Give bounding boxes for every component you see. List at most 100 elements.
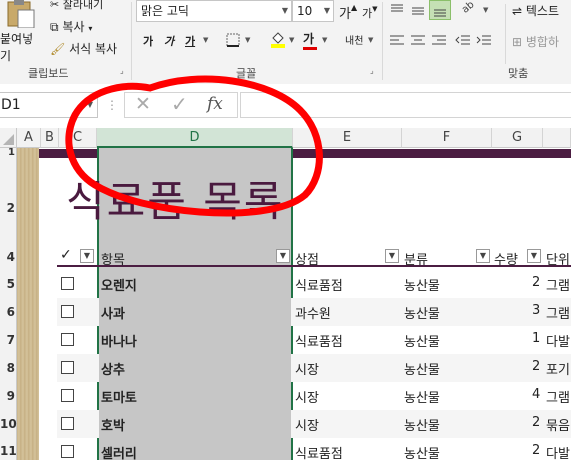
item-cell[interactable]: 셀러리 xyxy=(101,443,137,462)
item-cell[interactable]: 호박 xyxy=(101,415,125,434)
underline-button[interactable]: 가 xyxy=(185,33,195,49)
filter-dropdown-icon[interactable]: ▼ xyxy=(276,249,290,263)
unit-cell[interactable]: 그램 xyxy=(546,387,570,406)
insert-function-icon[interactable]: fx xyxy=(207,94,223,114)
row-header-8[interactable]: 8 xyxy=(0,354,17,382)
row-checkbox[interactable] xyxy=(61,361,74,374)
chevron-down-icon[interactable]: ▼ xyxy=(289,36,294,44)
chevron-down-icon[interactable]: ▼ xyxy=(87,93,93,117)
row-header-9[interactable]: 9 xyxy=(0,382,17,410)
wrap-text-button[interactable]: ⇌ 텍스트 xyxy=(512,2,559,19)
name-box[interactable]: D1 ▼ xyxy=(0,92,98,118)
italic-button[interactable]: 가 xyxy=(164,33,174,49)
font-name-box[interactable]: 맑은 고딕 ▼ xyxy=(136,0,292,22)
unit-cell[interactable]: 묶음 xyxy=(546,415,570,434)
store-cell[interactable]: 시장 xyxy=(295,387,319,406)
unit-cell[interactable]: 그램 xyxy=(546,303,570,322)
unit-cell[interactable]: 그램 xyxy=(546,275,570,294)
align-top-button[interactable] xyxy=(389,2,405,21)
column-header-e[interactable]: E xyxy=(293,128,402,148)
align-middle-button[interactable] xyxy=(410,2,426,21)
filter-dropdown-icon[interactable]: ▼ xyxy=(385,249,399,263)
row-header-10[interactable]: 10 xyxy=(0,410,17,438)
store-cell[interactable]: 식료품점 xyxy=(295,443,343,462)
row-checkbox[interactable] xyxy=(61,417,74,430)
qty-cell[interactable]: 2 xyxy=(532,359,540,374)
column-header-a[interactable]: A xyxy=(17,128,41,148)
store-cell[interactable]: 시장 xyxy=(295,415,319,434)
item-cell[interactable]: 오렌지 xyxy=(101,275,137,294)
row-checkbox[interactable] xyxy=(61,333,74,346)
dialog-launcher-icon[interactable]: ⌟ xyxy=(120,66,124,75)
filter-dropdown-icon[interactable]: ▼ xyxy=(476,249,490,263)
store-cell[interactable]: 과수원 xyxy=(295,303,331,322)
unit-cell[interactable]: 포기 xyxy=(546,359,570,378)
column-header-f[interactable]: F xyxy=(402,128,492,148)
orientation-button[interactable]: ab xyxy=(460,0,477,16)
increase-indent-button[interactable] xyxy=(476,33,492,52)
qty-cell[interactable]: 3 xyxy=(532,303,540,318)
column-header-b[interactable]: B xyxy=(41,128,59,148)
qty-cell[interactable]: 4 xyxy=(532,387,540,402)
chevron-down-icon[interactable]: ▼ xyxy=(282,1,288,21)
align-center-button[interactable] xyxy=(410,33,426,52)
bold-button[interactable]: 가 xyxy=(143,33,153,49)
row-header-3[interactable]: 3 xyxy=(0,231,17,242)
column-header-d[interactable]: D xyxy=(97,128,293,148)
chevron-down-icon[interactable]: ▼ xyxy=(324,1,330,21)
row-checkbox[interactable] xyxy=(61,389,74,402)
row-header-1[interactable]: 1 xyxy=(0,148,17,159)
dialog-launcher-icon[interactable]: ⌟ xyxy=(370,66,374,75)
borders-button[interactable] xyxy=(226,32,240,51)
category-cell[interactable]: 농산물 xyxy=(404,331,440,350)
item-cell[interactable]: 사과 xyxy=(101,303,125,322)
row-header-4[interactable]: 4 xyxy=(0,242,17,270)
column-header-c[interactable]: C xyxy=(59,128,97,148)
qty-cell[interactable]: 2 xyxy=(532,415,540,430)
paste-button[interactable]: 붙여넣기 xyxy=(0,0,44,63)
row-header-11[interactable]: 11 xyxy=(0,438,17,460)
qty-cell[interactable]: 2 xyxy=(532,443,540,458)
align-right-button[interactable] xyxy=(431,33,447,52)
category-cell[interactable]: 농산물 xyxy=(404,415,440,434)
category-cell[interactable]: 농산물 xyxy=(404,387,440,406)
unit-cell[interactable]: 다발 xyxy=(546,331,570,350)
row-checkbox[interactable] xyxy=(61,277,74,290)
chevron-down-icon[interactable]: ▼ xyxy=(483,6,488,14)
copy-button[interactable]: ⧉ 복사 ▾ xyxy=(50,18,125,34)
column-header-g[interactable]: G xyxy=(492,128,543,148)
category-cell[interactable]: 농산물 xyxy=(404,443,440,462)
font-size-box[interactable]: 10 ▼ xyxy=(292,0,334,22)
store-cell[interactable]: 시장 xyxy=(295,359,319,378)
row-header-6[interactable]: 6 xyxy=(0,298,17,326)
align-left-button[interactable] xyxy=(389,33,405,52)
cancel-icon[interactable]: ✕ xyxy=(135,93,151,115)
row-checkbox[interactable] xyxy=(61,305,74,318)
qty-cell[interactable]: 1 xyxy=(532,331,540,346)
chevron-down-icon[interactable]: ▼ xyxy=(203,36,208,44)
category-cell[interactable]: 농산물 xyxy=(404,275,440,294)
format-painter-button[interactable]: 🖌 서식 복사 xyxy=(50,40,130,56)
phonetic-button[interactable]: 내천 xyxy=(345,32,363,47)
category-cell[interactable]: 농산물 xyxy=(404,359,440,378)
column-header-h[interactable]: H xyxy=(543,128,571,148)
store-cell[interactable]: 식료품점 xyxy=(295,275,343,294)
chevron-down-icon[interactable]: ▼ xyxy=(368,36,373,44)
item-cell[interactable]: 바나나 xyxy=(101,331,137,350)
grow-font-button[interactable]: 가▲ xyxy=(339,3,357,22)
item-cell[interactable]: 토마토 xyxy=(101,387,137,406)
formula-bar-grip-icon[interactable]: ⋮ xyxy=(106,98,118,112)
filter-dropdown-icon[interactable]: ▼ xyxy=(527,249,541,263)
row-header-5[interactable]: 5 xyxy=(0,270,17,298)
decrease-indent-button[interactable] xyxy=(455,33,471,52)
store-cell[interactable]: 식료품점 xyxy=(295,331,343,350)
select-all-corner[interactable] xyxy=(0,128,17,148)
row-header-2[interactable]: 2 xyxy=(0,159,17,231)
filter-dropdown-icon[interactable]: ▼ xyxy=(80,249,94,263)
category-cell[interactable]: 농산물 xyxy=(404,303,440,322)
formula-input[interactable] xyxy=(240,92,571,118)
chevron-down-icon[interactable]: ▼ xyxy=(322,36,327,44)
shrink-font-button[interactable]: 가▼ xyxy=(362,5,378,21)
align-bottom-button[interactable] xyxy=(429,0,451,20)
row-header-7[interactable]: 7 xyxy=(0,326,17,354)
